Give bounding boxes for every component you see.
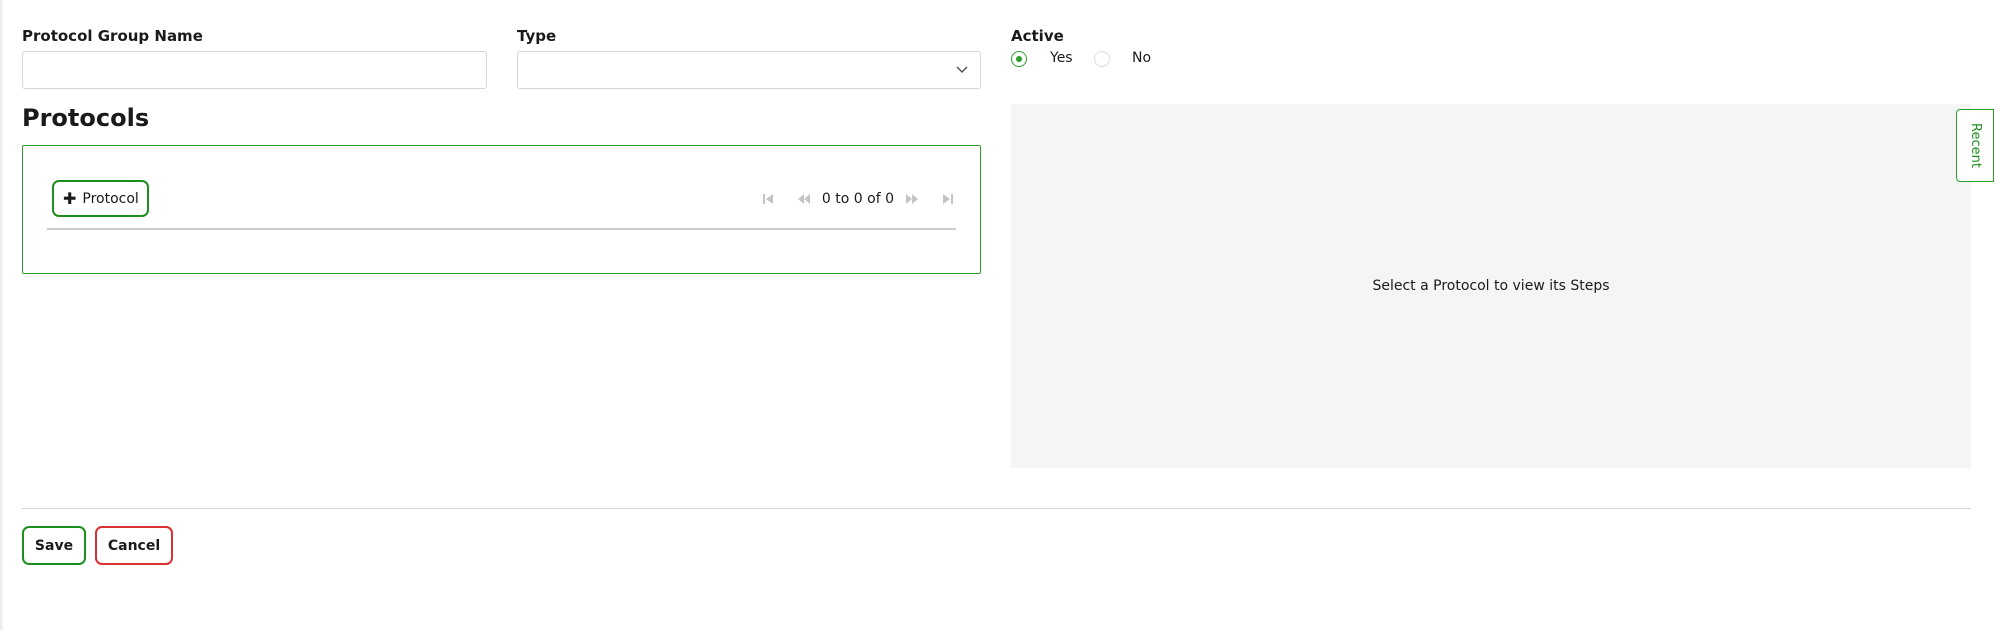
plus-icon: ✚: [63, 189, 77, 208]
protocol-steps-panel: Select a Protocol to view its Steps: [1011, 104, 1971, 468]
group-name-label: Protocol Group Name: [22, 27, 203, 45]
first-page-icon[interactable]: [760, 191, 776, 207]
active-no-radio[interactable]: [1094, 51, 1110, 67]
recent-tab-label: Recent: [1967, 123, 1983, 168]
protocol-group-editor: Protocol Group Name Type Active Yes No P…: [0, 0, 1998, 630]
protocols-grid: ✚ Protocol 0 to 0 of 0: [22, 145, 981, 274]
window-edge: [0, 0, 4, 630]
save-button[interactable]: Save: [22, 526, 86, 565]
type-select[interactable]: [517, 51, 981, 89]
empty-steps-message: Select a Protocol to view its Steps: [1372, 278, 1610, 294]
last-page-icon[interactable]: [940, 191, 956, 207]
cancel-button[interactable]: Cancel: [95, 526, 173, 565]
grid-header-rule: [47, 228, 956, 230]
footer-divider: [22, 508, 1971, 509]
next-page-icon[interactable]: [904, 191, 920, 207]
protocols-title: Protocols: [22, 104, 150, 132]
active-no-label[interactable]: No: [1132, 50, 1151, 66]
recent-tab[interactable]: Recent: [1956, 109, 1994, 182]
group-name-input[interactable]: [22, 51, 487, 89]
add-protocol-label: Protocol: [82, 190, 139, 207]
type-label: Type: [517, 27, 557, 45]
chevron-down-icon: [956, 66, 968, 74]
previous-page-icon[interactable]: [796, 191, 812, 207]
add-protocol-button[interactable]: ✚ Protocol: [52, 180, 149, 217]
active-yes-label[interactable]: Yes: [1050, 50, 1073, 66]
active-label: Active: [1011, 27, 1064, 45]
active-yes-radio[interactable]: [1011, 51, 1027, 67]
pagination-count: 0 to 0 of 0: [821, 191, 894, 207]
grid-pagination: 0 to 0 of 0: [760, 190, 956, 208]
